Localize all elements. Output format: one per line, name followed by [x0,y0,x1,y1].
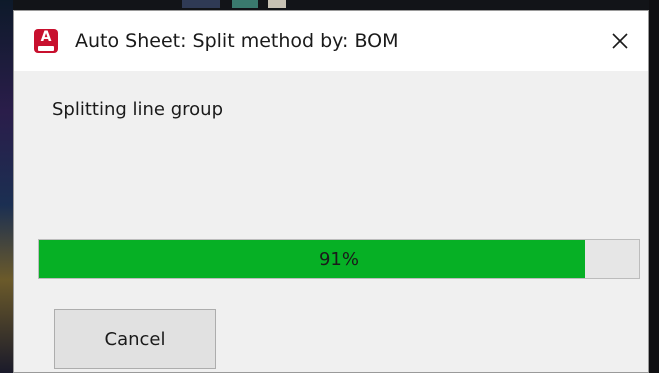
desktop-background-right [649,0,659,373]
desktop-background-top [0,0,659,10]
dialog-title: Auto Sheet: Split method by: BOM [75,30,399,52]
progress-percent-label: 91% [318,248,359,270]
progress-bar: 91% [38,239,640,279]
progress-dialog: A Auto Sheet: Split method by: BOM Split… [13,10,649,373]
close-icon [612,33,628,49]
app-icon-letter: A [40,29,52,45]
screen: A Auto Sheet: Split method by: BOM Split… [0,0,659,373]
app-icon-badge [38,46,54,51]
cancel-button[interactable]: Cancel [54,309,216,369]
desktop-background-left [0,0,13,373]
background-window-strip [232,0,258,8]
dialog-titlebar[interactable]: A Auto Sheet: Split method by: BOM [14,11,648,71]
status-text: Splitting line group [52,99,224,120]
autocad-app-icon: A [34,29,58,53]
close-button[interactable] [592,11,648,71]
background-window-strip [268,0,286,8]
background-window-strip [182,0,220,8]
